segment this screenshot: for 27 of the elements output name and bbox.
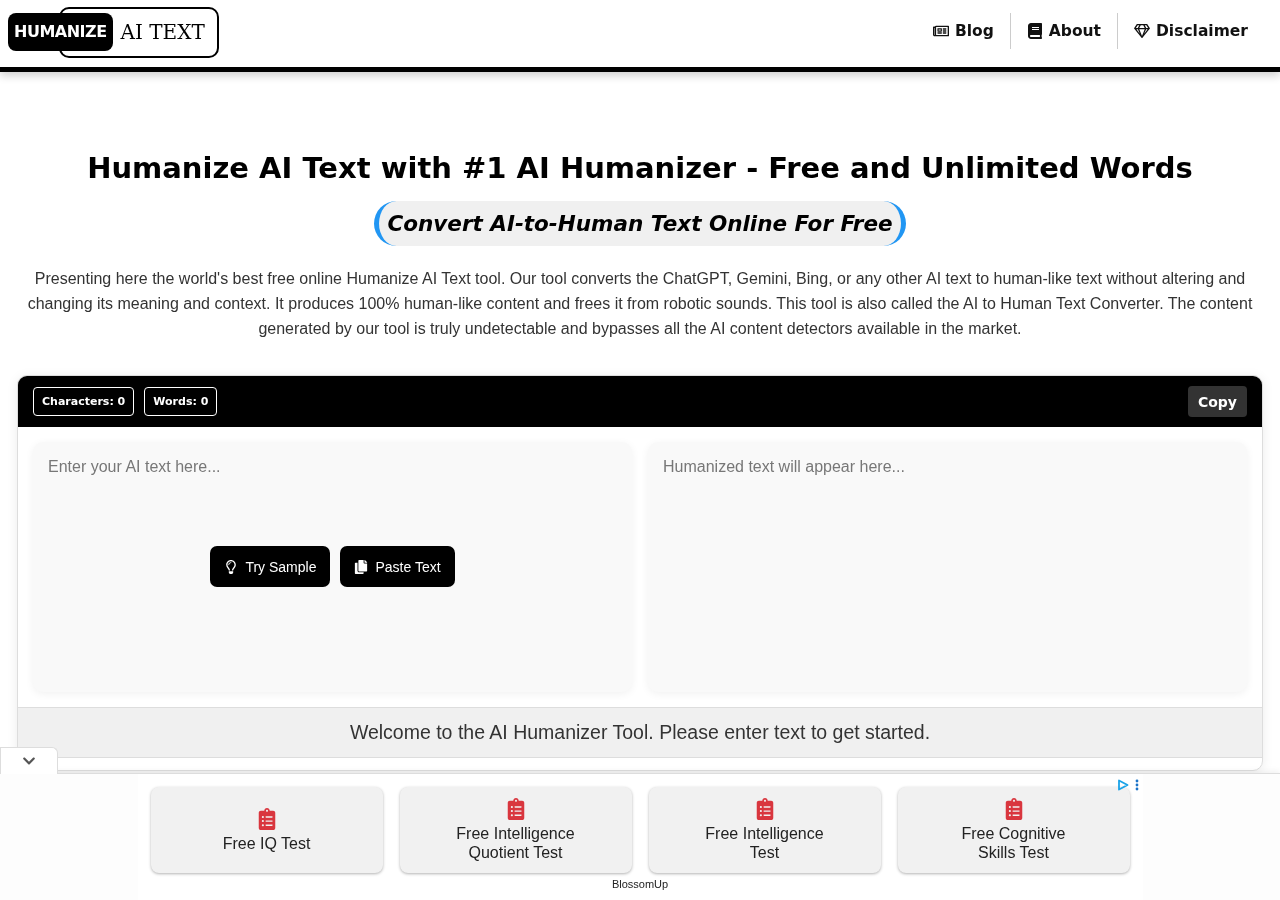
counter-chip: Words: 0 [144, 387, 218, 416]
book-icon [1026, 23, 1043, 39]
gem-icon [1134, 23, 1150, 39]
collapse-tab[interactable] [0, 747, 58, 774]
ad-link[interactable]: Free IQ Test [150, 787, 383, 873]
play-triangle-icon[interactable] [1116, 779, 1129, 791]
counter-chip: Characters: 0 [33, 387, 135, 416]
ad-link[interactable]: Free Cognitive Skills Test [897, 787, 1130, 873]
newspaper-icon [932, 23, 949, 39]
ad-sponsor: BlossomUp [611, 878, 669, 890]
more-dots-icon[interactable] [1134, 779, 1139, 791]
status-message: Welcome to the AI Humanizer Tool. Please enter text to get started. [18, 707, 1262, 758]
output-field[interactable]: Humanized text will appear here... [648, 442, 1247, 692]
paste-button[interactable]: Paste Text [340, 546, 455, 587]
nav-link[interactable]: Blog [916, 13, 1010, 49]
documents-icon [354, 559, 369, 574]
intro-paragraph: Presenting here the world's best free online Humanize AI Text tool. Our tool converts the ChatGPT, Gemini, Bing, or any other AI text to human-like text without altering and changing its meaning and context. It produces 100% human-like content and frees it from robotic sounds. This tool is also called the AI to Human Text Converter. The content generated by our tool is truly undetectable and bypasses all the AI content detectors available in the market. [26, 269, 1254, 339]
copy-button[interactable]: Copy [1187, 386, 1247, 417]
logo-badge: HUMANIZE [8, 13, 113, 51]
page-title: Humanize AI Text with #1 AI Humanizer - Free and Unlimited Words [87, 150, 1193, 187]
ad-link[interactable]: Free Intelligence Test [648, 787, 881, 873]
sample-button[interactable]: Try Sample [210, 546, 331, 587]
nav-link[interactable]: Disclaimer [1118, 13, 1264, 49]
ad-link[interactable]: Free Intelligence Quotient Test [399, 787, 632, 873]
nav-link[interactable]: About [1010, 13, 1117, 49]
page-subtitle: Convert AI-to-Human Text Online For Free [374, 201, 906, 246]
lightbulb-icon [224, 559, 239, 574]
